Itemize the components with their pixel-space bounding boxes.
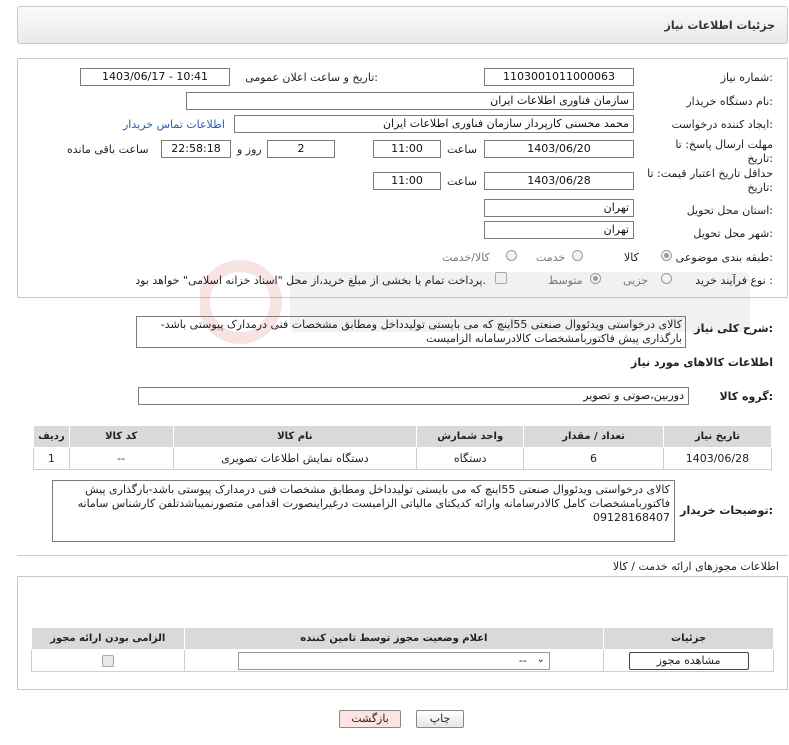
need-number-field: 1103001011000063 (484, 68, 634, 86)
process-label: نوع فرآیند خرید : (695, 274, 773, 287)
category-goods-label: کالا (624, 251, 639, 264)
deadline-hour-label: ساعت (447, 143, 477, 156)
col-name: نام کالا (172, 425, 418, 448)
permit-status-value: -- (518, 653, 527, 667)
goods-table-header: ردیف کد کالا نام کالا واحد شمارش تعداد /… (33, 425, 773, 448)
row-code: -- (68, 447, 174, 470)
buyer-label: نام دستگاه خریدار: (686, 95, 773, 108)
city-label: شهر محل تحویل: (693, 227, 773, 240)
view-permit-button[interactable]: مشاهده مجوز (628, 651, 749, 670)
goods-group-field: دوربین،صوتی و تصویر (138, 387, 689, 405)
process-minor-radio[interactable] (661, 273, 672, 284)
table-row: ⌄ -- مشاهده مجوز (31, 649, 774, 672)
permit-status-cell: ⌄ -- (183, 649, 605, 672)
category-both-radio[interactable] (506, 250, 517, 261)
deadline-date-field: 1403/06/20 (484, 140, 634, 158)
row-qty: 6 (523, 447, 664, 470)
deadline-label-date: تاریخ: (747, 152, 773, 165)
permits-table: الزامی بودن ارائه مجوز اعلام وضعیت مجوز … (31, 627, 774, 672)
province-label: استان محل تحویل: (686, 204, 773, 217)
table-row: 1 -- دستگاه نمایش اطلاعات تصویری دستگاه … (33, 447, 773, 470)
col-date: تاریخ نیاز (662, 425, 773, 448)
col-code: کد کالا (68, 425, 174, 448)
remaining-time-field: 22:58:18 (161, 140, 231, 158)
permit-status-select[interactable]: ⌄ -- (237, 651, 550, 670)
remaining-days-field: 2 (267, 140, 335, 158)
row-date: 1403/06/28 (662, 447, 773, 470)
need-number-label: شماره نیاز: (720, 71, 773, 84)
permits-table-header: الزامی بودن ارائه مجوز اعلام وضعیت مجوز … (31, 627, 774, 650)
divider (17, 555, 788, 556)
remaining-label: ساعت باقی مانده (67, 143, 149, 156)
page-title: جزئیات اطلاعات نیاز (664, 19, 776, 32)
buyer-field: سازمان فناوری اطلاعات ایران (186, 92, 634, 110)
description-label: شرح کلی نیاز: (694, 322, 773, 335)
category-both-label: کالا/خدمت (442, 251, 490, 264)
permits-section-title: اطلاعات مجوزهای ارائه خدمت / کالا (612, 560, 779, 573)
category-goods-radio[interactable] (661, 250, 672, 261)
process-minor-label: جزیی (623, 274, 649, 287)
col-qty: تعداد / مقدار (523, 425, 664, 448)
permit-details-cell: مشاهده مجوز (603, 649, 774, 672)
province-field: تهران (484, 199, 634, 217)
col-permit-details: جزئیات (603, 627, 774, 650)
chevron-down-icon: ⌄ (536, 653, 545, 665)
col-index: ردیف (33, 425, 70, 448)
buyer-notes-textarea: کالای درخواستی ویدئووال صنعتی 55اینچ که … (52, 480, 675, 542)
permit-required-checkbox (101, 655, 114, 667)
col-permit-status: اعلام وضعیت مجوز توسط تامین کننده (183, 627, 605, 650)
row-unit: دستگاه (416, 447, 525, 470)
treasury-payment-note: پرداخت تمام یا بخشی از مبلغ خرید،از محل … (135, 274, 486, 287)
back-button[interactable]: بازگشت (339, 710, 401, 728)
print-button[interactable]: چاپ (416, 710, 464, 728)
page-header: جزئیات اطلاعات نیاز (17, 6, 788, 44)
announce-field: 1403/06/17 - 10:41 (80, 68, 230, 86)
buyer-notes-label: توضیحات خریدار: (680, 504, 773, 517)
validity-hour-label: ساعت (447, 175, 477, 188)
goods-table: ردیف کد کالا نام کالا واحد شمارش تعداد /… (33, 425, 773, 470)
permit-required-cell (31, 649, 185, 672)
announce-label: تاریخ و ساعت اعلان عمومی: (245, 71, 378, 84)
deadline-label: مهلت ارسال پاسخ: تا (675, 138, 773, 151)
goods-section-title: اطلاعات کالاهای مورد نیاز (631, 356, 773, 369)
category-service-label: خدمت (536, 251, 566, 264)
creator-label: ایجاد کننده درخواست: (671, 118, 773, 131)
city-field: تهران (484, 221, 634, 239)
buyer-contact-link[interactable]: اطلاعات تماس خریدار (123, 118, 225, 131)
col-unit: واحد شمارش (416, 425, 525, 448)
category-service-radio[interactable] (572, 250, 583, 261)
col-permit-required: الزامی بودن ارائه مجوز (31, 627, 185, 650)
validity-date-field: 1403/06/28 (484, 172, 634, 190)
process-medium-radio[interactable] (590, 273, 601, 284)
row-index: 1 (33, 447, 70, 470)
description-textarea: کالای درخواستی ویدئووال صنعتی 55اینچ که … (136, 316, 686, 348)
validity-time-field: 11:00 (373, 172, 441, 190)
treasury-payment-checkbox[interactable] (495, 272, 507, 284)
row-name: دستگاه نمایش اطلاعات تصویری (172, 447, 418, 470)
validity-label-date: تاریخ: (747, 181, 773, 194)
deadline-time-field: 11:00 (373, 140, 441, 158)
category-label: طبقه بندی موضوعی: (675, 251, 773, 264)
creator-field: محمد محسنی کارپرداز سازمان فناوری اطلاعا… (234, 115, 634, 133)
validity-label: حداقل تاریخ اعتبار قیمت: تا (647, 167, 773, 180)
days-label: روز و (237, 143, 262, 156)
process-medium-label: متوسط (548, 274, 583, 287)
goods-group-label: گروه کالا: (719, 390, 773, 403)
